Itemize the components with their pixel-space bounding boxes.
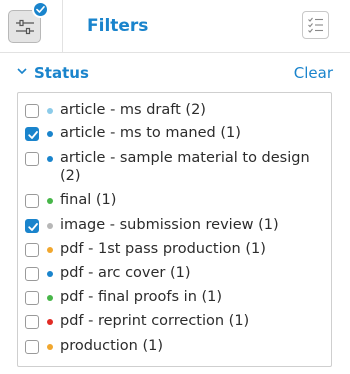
clear-button[interactable]: Clear [294, 63, 333, 83]
checkbox[interactable] [25, 315, 39, 329]
status-filter-item[interactable]: pdf - reprint correction (1) [18, 311, 331, 333]
page-title: Filters [87, 16, 149, 36]
checkbox[interactable] [25, 340, 39, 354]
status-filter-label: production (1) [60, 338, 164, 354]
checkbox[interactable] [25, 127, 39, 141]
status-section-header[interactable]: Status Clear [17, 62, 333, 84]
status-color-dot [47, 295, 53, 301]
status-filter-label: article - ms draft (2) [60, 102, 206, 118]
status-filter-item[interactable]: production (1) [18, 336, 331, 358]
checkbox[interactable] [25, 194, 39, 208]
checkmark-icon [28, 131, 38, 139]
checkbox[interactable] [25, 267, 39, 281]
filters-header: Filters [0, 0, 350, 53]
status-color-dot [47, 271, 53, 277]
status-filter-item[interactable]: image - submission review (1) [18, 215, 331, 237]
status-filter-label: pdf - reprint correction (1) [60, 313, 250, 329]
checklist-button[interactable] [302, 11, 329, 39]
status-filter-label: pdf - final proofs in (1) [60, 289, 223, 305]
status-filter-label: final (1) [60, 192, 117, 208]
status-color-dot [47, 156, 53, 162]
status-filter-item[interactable]: article - sample material to design (2) [18, 148, 331, 188]
status-filter-item[interactable]: final (1) [18, 190, 331, 212]
status-color-dot [47, 344, 53, 350]
status-color-dot [47, 131, 53, 137]
checkbox[interactable] [25, 243, 39, 257]
status-filter-label: pdf - 1st pass production (1) [60, 241, 266, 257]
status-filter-list: article - ms draft (2) article - ms to ma… [17, 92, 332, 367]
status-filter-label: article - sample material to design (2) [60, 150, 310, 184]
status-color-dot [47, 319, 53, 325]
header-divider [62, 0, 63, 53]
status-filter-item[interactable]: pdf - arc cover (1) [18, 263, 331, 285]
status-filter-label: pdf - arc cover (1) [60, 265, 191, 281]
checkmark-icon [28, 223, 38, 231]
active-filter-badge [32, 1, 49, 18]
section-title: Status [34, 64, 89, 82]
status-filter-item[interactable]: article - ms draft (2) [18, 100, 331, 122]
checkmark-icon [36, 6, 45, 13]
status-filter-label: image - submission review (1) [60, 217, 279, 233]
checkbox[interactable] [25, 152, 39, 166]
checklist-icon [308, 17, 323, 33]
checkbox[interactable] [25, 291, 39, 305]
status-filter-item[interactable]: article - ms to maned (1) [18, 123, 331, 145]
status-filter-label: article - ms to maned (1) [60, 125, 241, 141]
status-color-dot [47, 198, 53, 204]
checkbox[interactable] [25, 219, 39, 233]
status-filter-item[interactable]: pdf - final proofs in (1) [18, 287, 331, 309]
sliders-icon [16, 19, 34, 35]
status-filter-item[interactable]: pdf - 1st pass production (1) [18, 239, 331, 261]
checkbox[interactable] [25, 104, 39, 118]
status-color-dot [47, 108, 53, 114]
status-color-dot [47, 223, 53, 229]
chevron-down-icon [17, 68, 27, 75]
status-color-dot [47, 247, 53, 253]
